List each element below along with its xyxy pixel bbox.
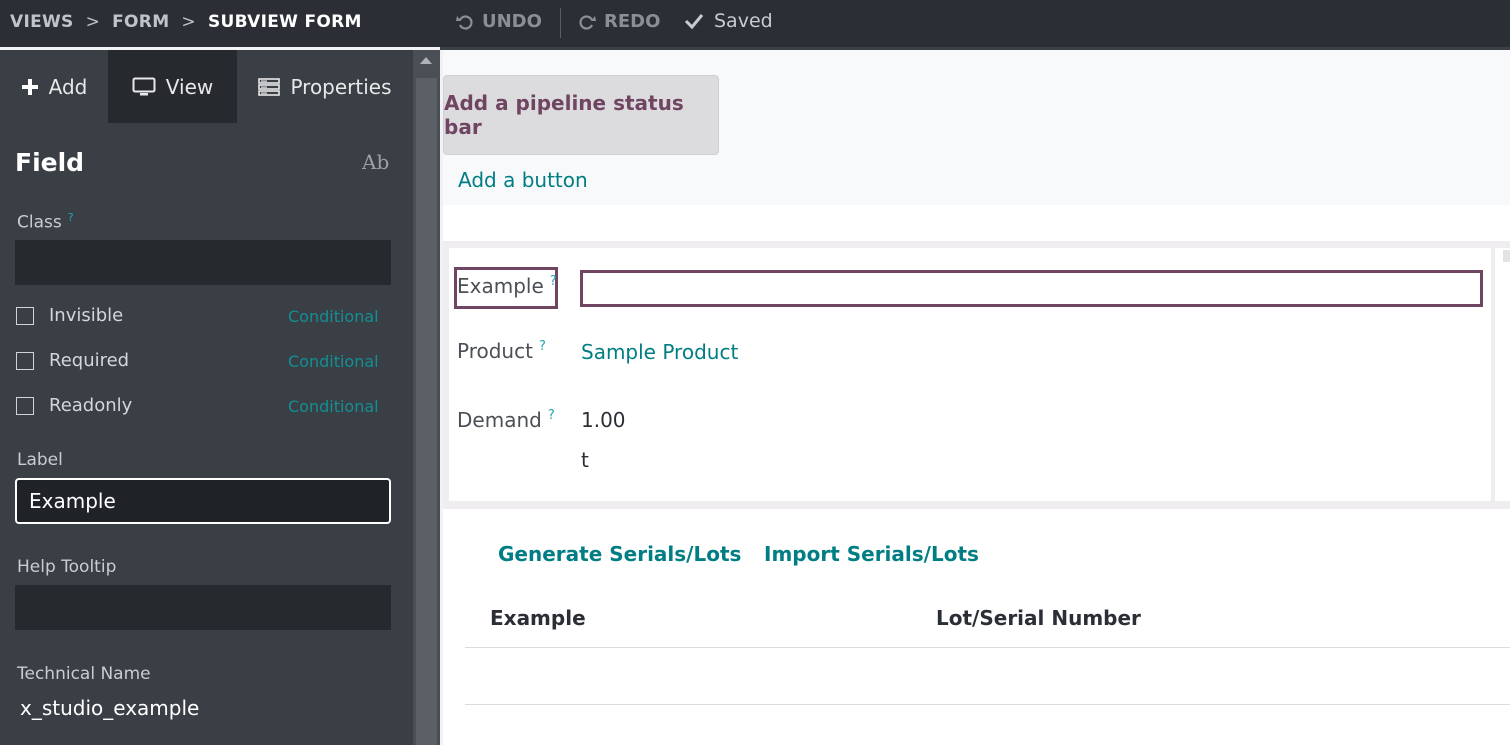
table-header-divider [465,647,1510,648]
redo-label: REDO [604,11,661,32]
saved-label: Saved [714,10,773,32]
example-field-label[interactable]: Example? [457,274,557,298]
readonly-conditional-link[interactable]: Conditional [288,397,379,416]
field-type-icon: Ab [362,150,390,174]
redo-button[interactable]: REDO [578,11,660,32]
label-label: Label [17,450,63,470]
help-tooltip-input[interactable] [15,585,391,630]
import-serials-lots-button[interactable]: Import Serials/Lots [764,542,979,566]
tab-view[interactable]: View [108,50,237,123]
breadcrumb-form[interactable]: FORM [112,12,169,32]
tab-add[interactable]: Add [0,50,108,123]
help-icon[interactable]: ? [550,274,557,289]
demand-field-value: 1.00 [581,408,626,432]
required-conditional-link[interactable]: Conditional [288,352,379,371]
undo-button[interactable]: UNDO [456,11,542,32]
product-field-label-text: Product [457,339,533,363]
class-input[interactable] [15,240,391,285]
technical-name-value: x_studio_example [20,696,200,720]
class-label-text: Class [17,212,62,233]
add-pipeline-status-bar-button[interactable]: Add a pipeline status bar [443,75,719,155]
breadcrumb-separator: > [85,12,101,32]
check-icon [684,14,704,30]
field-title: Field [15,148,85,177]
readonly-row: Readonly Conditional [16,395,379,420]
top-bar: VIEWS > FORM > SUBVIEW FORM UNDO REDO Saved [0,0,1510,47]
product-field-value[interactable]: Sample Product [581,340,738,364]
required-checkbox[interactable] [16,352,34,370]
form-header: Add a pipeline status bar Add a button [443,50,1510,205]
sidebar-tabs: Add View Properties [0,50,413,123]
add-button-link[interactable]: Add a button [458,168,588,192]
generate-serials-lots-button[interactable]: Generate Serials/Lots [498,542,741,566]
product-field-label: Product? [457,339,546,363]
readonly-label: Readonly [49,395,133,416]
technical-name-label: Technical Name [17,664,151,684]
tab-add-label: Add [48,74,88,99]
tab-properties-label: Properties [290,74,392,99]
breadcrumb: VIEWS > FORM > SUBVIEW FORM [10,12,362,32]
invisible-row: Invisible Conditional [16,305,379,330]
help-icon[interactable]: ? [68,211,74,224]
invisible-label: Invisible [49,305,124,326]
plus-icon [21,78,38,95]
help-tooltip-label: Help Tooltip [17,557,117,577]
breadcrumb-views[interactable]: VIEWS [10,12,74,32]
breadcrumb-subview-form: SUBVIEW FORM [207,12,362,32]
breadcrumb-separator: > [181,12,196,32]
label-input[interactable]: Example [15,478,391,524]
help-icon[interactable]: ? [548,408,555,423]
sheet-corner [1503,250,1510,262]
scroll-up-icon[interactable] [420,57,432,64]
class-label: Class? [17,211,74,233]
monitor-icon [132,77,156,95]
toolbar-divider [560,8,561,38]
tab-view-label: View [165,74,214,99]
example-field-input[interactable] [580,270,1483,307]
scrollbar-thumb[interactable] [416,78,437,745]
required-label: Required [49,350,130,371]
sidebar: Add View Properties Field Ab Class? Invi… [0,50,413,745]
help-icon[interactable]: ? [539,339,546,354]
required-row: Required Conditional [16,350,379,375]
invisible-conditional-link[interactable]: Conditional [288,307,379,326]
demand-field-unit: t [581,448,589,472]
demand-field-label: Demand? [457,408,555,432]
invisible-checkbox[interactable] [16,307,34,325]
tab-properties[interactable]: Properties [237,50,413,123]
table-row-divider [465,704,1510,705]
example-field-label-text: Example [457,274,544,298]
form-canvas: Add a pipeline status bar Add a button E… [443,50,1510,745]
column-header-example[interactable]: Example [490,606,586,630]
saved-status: Saved [684,10,773,32]
demand-field-label-text: Demand [457,408,542,432]
readonly-checkbox[interactable] [16,397,34,415]
undo-label: UNDO [482,11,542,32]
undo-icon [456,14,473,30]
sheet-right-edge [1495,248,1510,501]
column-header-lot-serial-number[interactable]: Lot/Serial Number [936,606,1141,630]
redo-icon [579,14,596,30]
properties-icon [258,77,281,96]
